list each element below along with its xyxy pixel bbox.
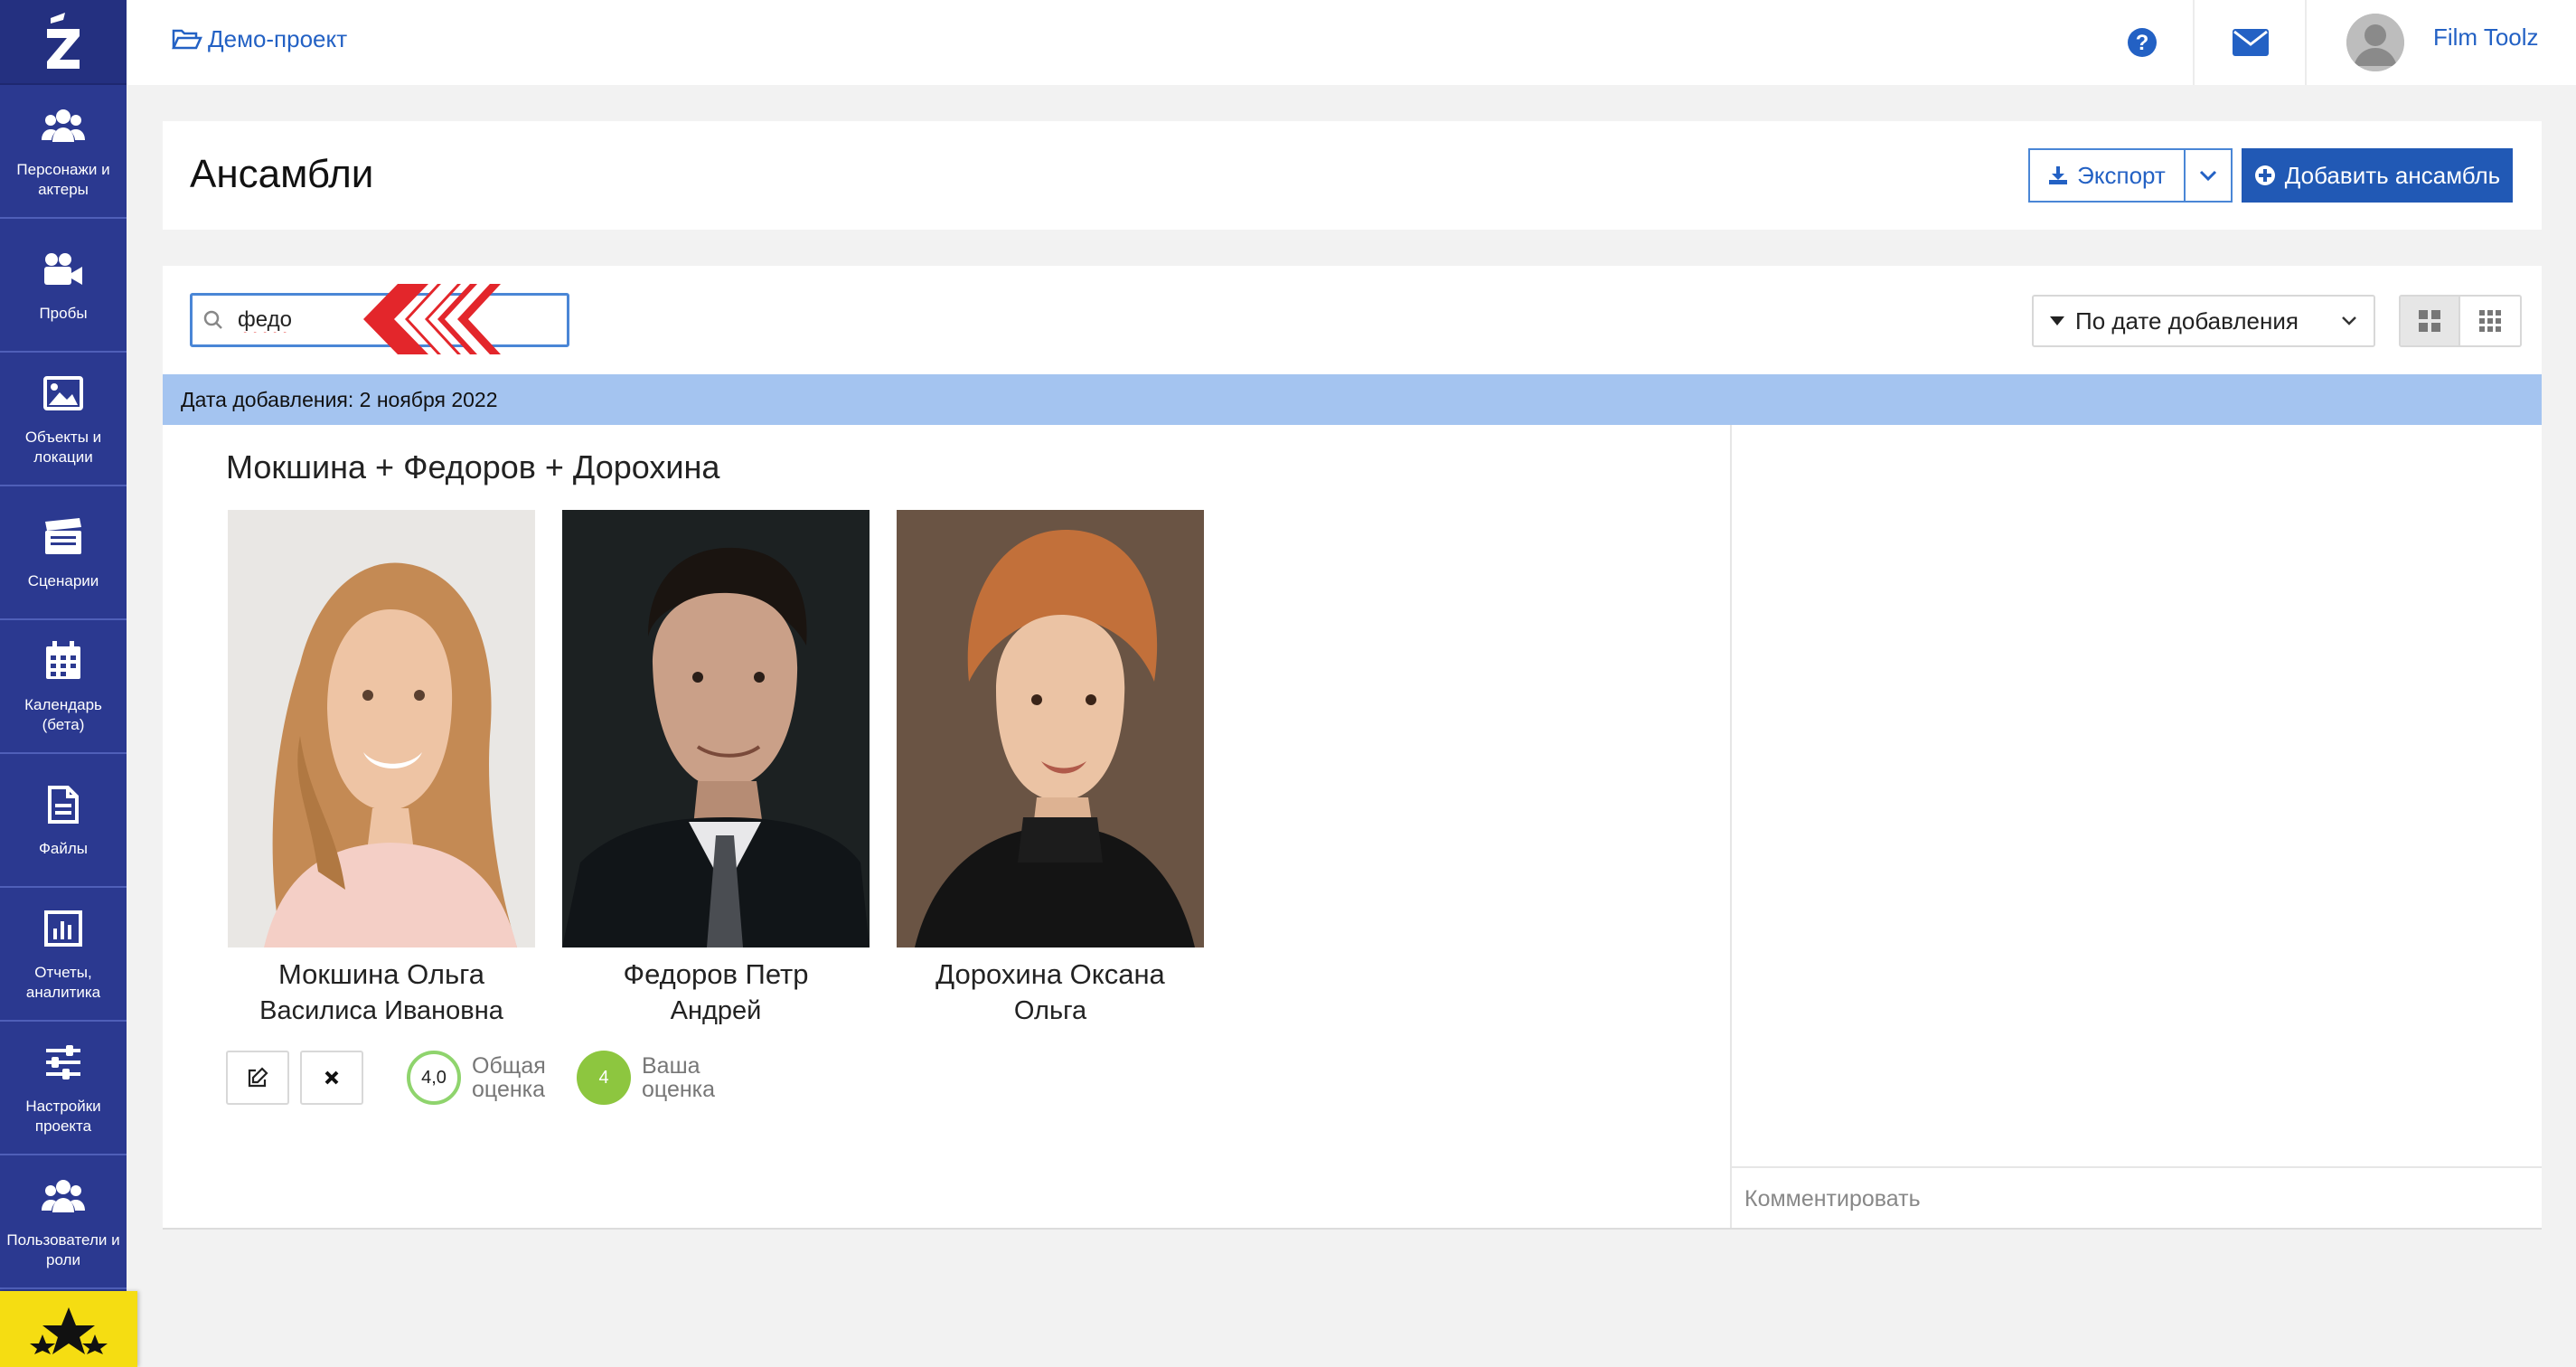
sidebar: Персонажи и актеры Пробы Объекты и локац… [0, 0, 127, 1367]
export-label: Экспорт [2077, 161, 2166, 189]
sidebar-item-label: Объекты и локации [24, 429, 102, 466]
overall-rating: 4,0 Общая оценка [407, 1051, 546, 1105]
comment-separator [1732, 1166, 2542, 1168]
breadcrumb-label: Демо-проект [208, 25, 348, 52]
breadcrumb-project-link[interactable]: Демо-проект [172, 25, 347, 53]
topbar-divider [2193, 0, 2195, 85]
bar-chart-icon [44, 905, 82, 952]
app-logo[interactable] [0, 0, 127, 85]
envelope-icon [2233, 29, 2269, 56]
actor-name: Мокшина Ольга [277, 958, 484, 990]
grid-large-view-button[interactable] [2401, 297, 2460, 345]
clapperboard-icon [43, 514, 83, 561]
ensemble-title: Мокшина + Федоров + Дорохина [226, 448, 720, 486]
sidebar-item-project-settings[interactable]: Настройки проекта [0, 1022, 127, 1155]
close-icon [324, 1070, 339, 1085]
sidebar-item-calendar[interactable]: Календарь (бета) [0, 620, 127, 754]
sliders-icon [44, 1039, 82, 1086]
search-icon [203, 310, 222, 329]
video-camera-icon [42, 246, 84, 293]
export-button[interactable]: Экспорт [2030, 150, 2186, 201]
question-circle-icon: ? [2128, 28, 2157, 57]
actor-card: Дорохина Оксана Ольга [897, 510, 1204, 1029]
overall-rating-label: Общая оценка [472, 1053, 546, 1102]
your-rating: 4 Ваша оценка [577, 1051, 715, 1105]
date-group-header: Дата добавления: 2 ноября 2022 [163, 374, 2542, 425]
user-name[interactable]: Film Toolz [2433, 24, 2539, 52]
card-bottom-border [163, 1228, 2542, 1230]
ensembles-panel: По дате добавления Дата добавления: 2 но… [163, 266, 2542, 1230]
sort-select-label: По дате добавления [2075, 306, 2299, 335]
your-rating-value[interactable]: 4 [577, 1051, 631, 1105]
delete-ensemble-button[interactable] [300, 1051, 363, 1105]
sidebar-item-label: Сценарии [27, 572, 99, 589]
messages-button[interactable] [2196, 0, 2305, 85]
sidebar-item-label: Пробы [39, 305, 88, 322]
calendar-icon [44, 637, 82, 684]
ensemble-card: Мокшина + Федоров + Дорохина Мокшина Оль… [163, 425, 1730, 1230]
grid-small-view-button[interactable] [2460, 297, 2520, 345]
sidebar-item-scripts[interactable]: Сценарии [0, 486, 127, 620]
add-ensemble-label: Добавить ансамбль [2284, 161, 2501, 189]
image-icon [43, 370, 83, 417]
premium-badge[interactable] [0, 1291, 137, 1367]
file-icon [48, 781, 79, 828]
sidebar-item-files[interactable]: Файлы [0, 754, 127, 888]
sidebar-item-users-roles[interactable]: Пользователи и роли [0, 1155, 127, 1289]
stars-icon [30, 1307, 108, 1354]
sidebar-item-locations[interactable]: Объекты и локации [0, 353, 127, 486]
actor-photo[interactable] [897, 510, 1204, 947]
comments-divider [1730, 425, 1732, 1230]
actor-name: Федоров Петр [623, 958, 809, 990]
sidebar-item-label: Календарь (бета) [24, 696, 102, 733]
view-toggle [2399, 295, 2522, 347]
actor-name: Дорохина Оксана [935, 958, 1165, 990]
download-icon [2049, 166, 2068, 184]
actor-card: Мокшина Ольга Василиса Ивановна [228, 510, 535, 1029]
overall-rating-value: 4,0 [407, 1051, 461, 1105]
export-split-button: Экспорт [2028, 148, 2233, 203]
grid-large-icon [2419, 310, 2440, 332]
svg-text:?: ? [2136, 31, 2149, 55]
comment-input[interactable] [1744, 1179, 2522, 1219]
chevron-down-icon [2342, 316, 2356, 325]
page-header: Ансамбли Экспорт Добавить ансамбль [163, 121, 2542, 230]
avatar [2346, 14, 2404, 71]
red-arrows-annotation [363, 284, 501, 354]
export-dropdown-toggle[interactable] [2186, 150, 2231, 201]
sort-select[interactable]: По дате добавления [2032, 295, 2375, 347]
actor-photo[interactable] [562, 510, 870, 947]
users-icon [42, 102, 85, 149]
sidebar-item-reports[interactable]: Отчеты, аналитика [0, 888, 127, 1022]
edit-icon [248, 1067, 268, 1088]
grid-small-icon [2479, 310, 2501, 332]
sidebar-item-label: Отчеты, аналитика [25, 964, 101, 1001]
page-title: Ансамбли [190, 152, 374, 196]
sidebar-item-auditions[interactable]: Пробы [0, 219, 127, 353]
sidebar-item-characters[interactable]: Персонажи и актеры [0, 85, 127, 219]
plus-circle-icon [2254, 165, 2275, 185]
actor-photo[interactable] [228, 510, 535, 947]
actor-card: Федоров Петр Андрей [562, 510, 870, 1029]
add-ensemble-button[interactable]: Добавить ансамбль [2242, 148, 2513, 203]
help-button[interactable]: ? [2106, 0, 2178, 85]
actor-role: Василиса Ивановна [259, 996, 503, 1025]
topbar: Демо-проект ? Film Toolz [127, 0, 2576, 85]
topbar-divider [2305, 0, 2307, 85]
caret-down-icon [2050, 316, 2064, 325]
your-rating-label: Ваша оценка [642, 1053, 716, 1102]
users-icon [42, 1173, 85, 1220]
sidebar-item-label: Пользователи и роли [6, 1231, 120, 1268]
logo-icon [47, 13, 80, 69]
sidebar-item-label: Настройки проекта [25, 1098, 101, 1135]
folder-open-icon [172, 29, 202, 49]
actor-role: Ольга [1013, 996, 1087, 1025]
user-avatar-button[interactable] [2339, 0, 2411, 85]
actor-role: Андрей [670, 996, 762, 1025]
chevron-down-icon [2199, 170, 2217, 182]
sidebar-item-label: Персонажи и актеры [16, 161, 110, 198]
edit-ensemble-button[interactable] [226, 1051, 289, 1105]
sidebar-item-label: Файлы [38, 840, 88, 857]
